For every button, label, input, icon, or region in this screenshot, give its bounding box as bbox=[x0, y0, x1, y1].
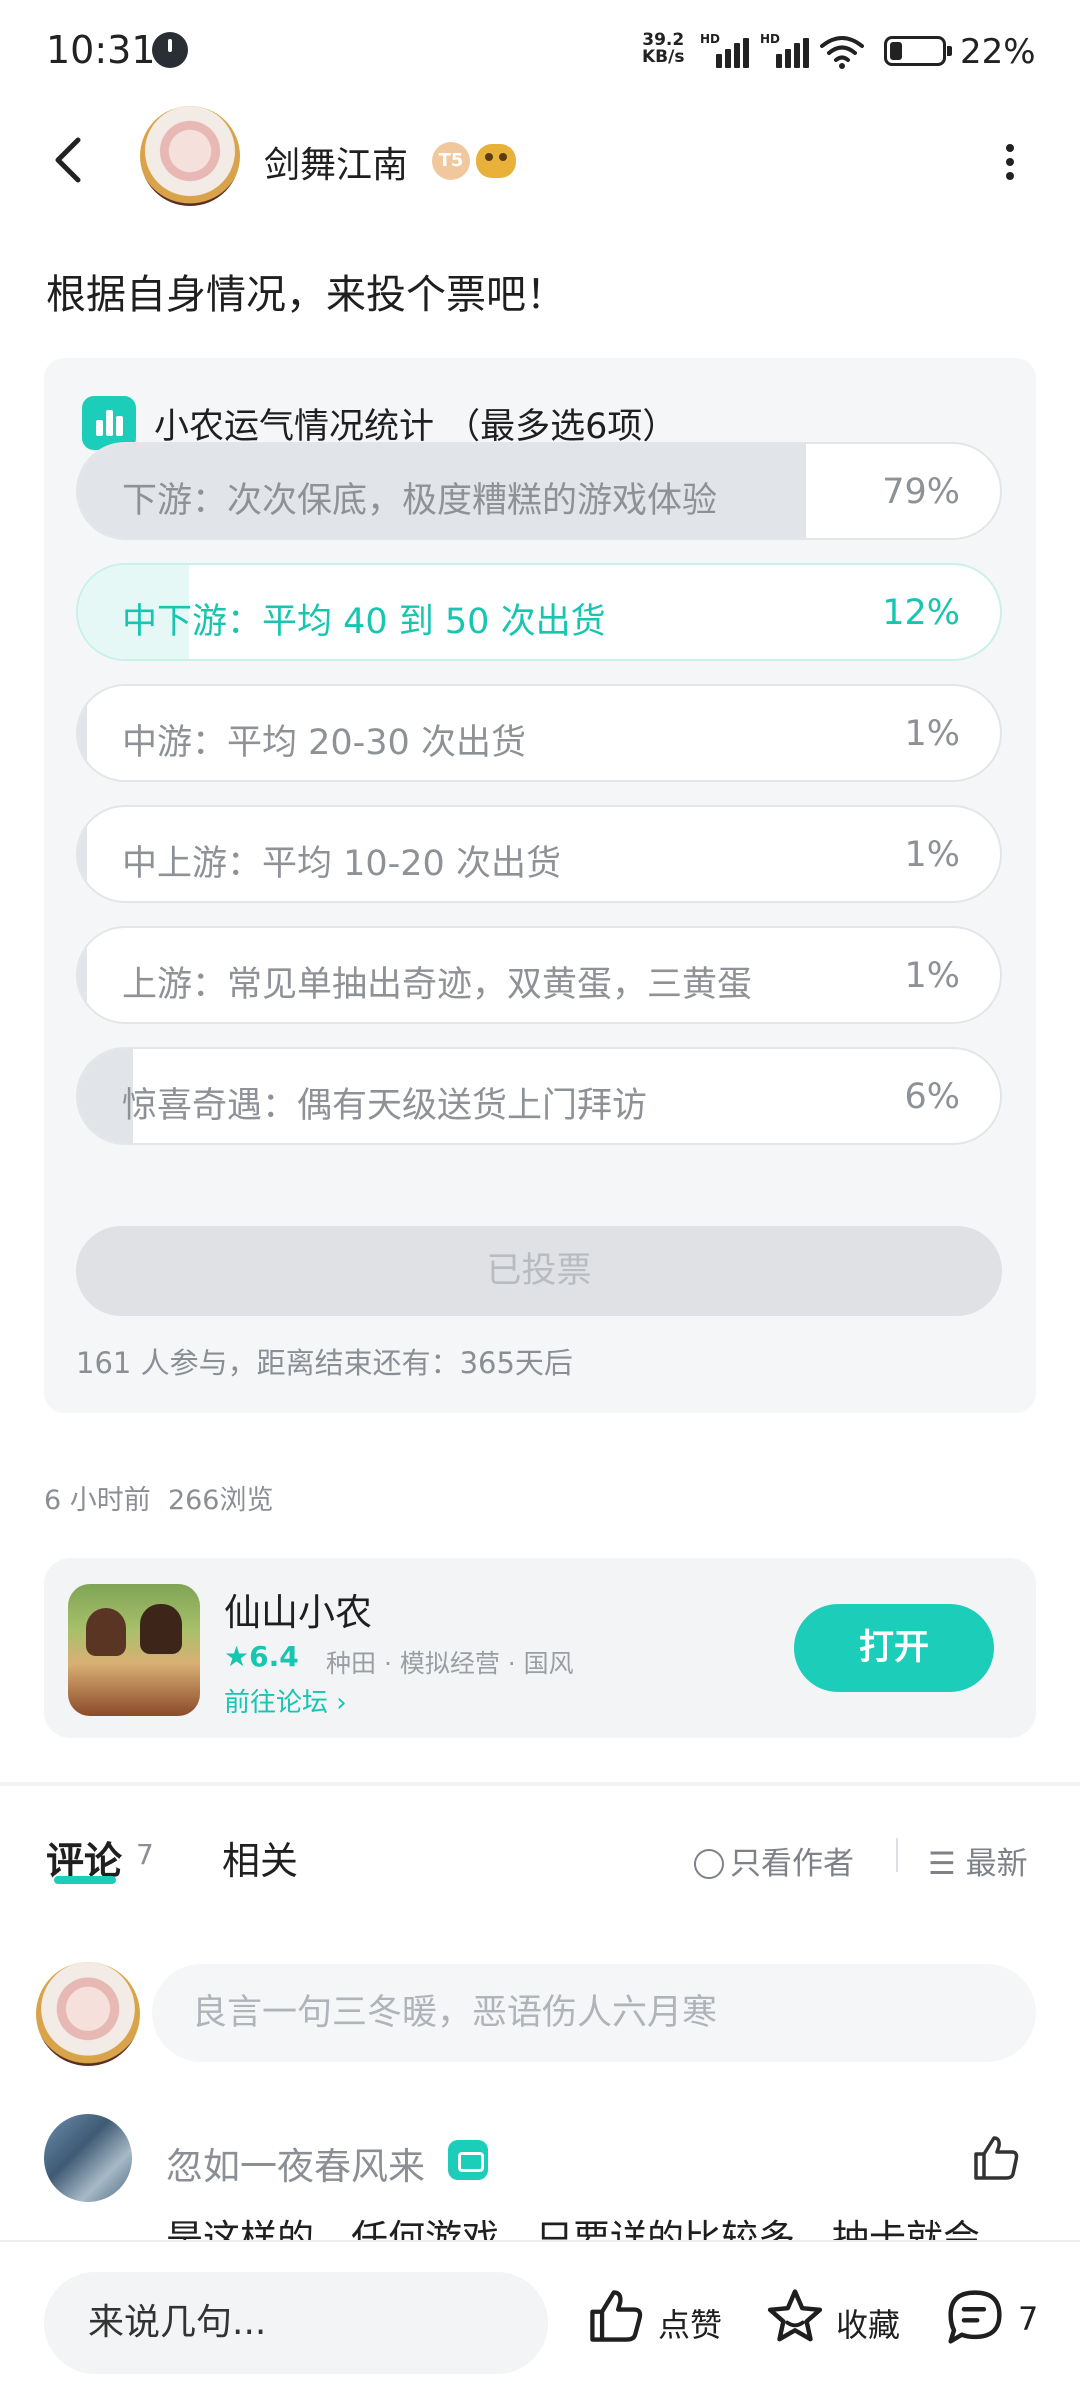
tab-active-indicator bbox=[54, 1876, 116, 1884]
radio-circle-icon bbox=[694, 1849, 724, 1879]
open-game-button[interactable]: 打开 bbox=[794, 1604, 994, 1692]
poll-option-label: 下游：次次保底，极度糟糕的游戏体验 bbox=[122, 481, 718, 521]
poll-option: 中游：平均 20-30 次出货 1% bbox=[76, 684, 1002, 782]
poll-option-fill bbox=[78, 807, 88, 901]
poll-option-percent: 79% bbox=[882, 472, 960, 512]
game-rating-value: 6.4 bbox=[249, 1640, 299, 1673]
poll-card: 小农运气情况统计 （最多选6项） 下游：次次保底，极度糟糕的游戏体验 79% 中下游… bbox=[44, 358, 1036, 1413]
poll-option: 中上游：平均 10-20 次出货 1% bbox=[76, 805, 1002, 903]
like-button[interactable]: 点赞 bbox=[586, 2280, 736, 2360]
game-card[interactable]: 仙山小农 ★6.4 种田 · 模拟经营 · 国风 前往论坛 › 打开 bbox=[44, 1558, 1036, 1738]
favorite-button[interactable]: 收藏 bbox=[764, 2280, 914, 2360]
clock-notification-icon bbox=[152, 32, 188, 68]
post-views: 266浏览 bbox=[167, 1485, 274, 1516]
game-controller-badge-icon bbox=[448, 2140, 488, 2180]
author-name[interactable]: 剑舞江南 bbox=[264, 136, 408, 188]
post-header: 剑舞江南 T5 bbox=[0, 100, 1080, 230]
network-speed: 39.2 KB/s bbox=[642, 32, 684, 66]
like-label: 点赞 bbox=[658, 2306, 723, 2344]
poll-option-percent: 1% bbox=[904, 835, 960, 875]
poll-option-label: 惊喜奇遇：偶有天级送货上门拜访 bbox=[122, 1086, 648, 1126]
poll-option: 中下游：平均 40 到 50 次出货 12% bbox=[76, 563, 1002, 661]
poll-option-fill bbox=[78, 928, 88, 1022]
pet-badge-icon bbox=[476, 144, 516, 178]
battery-icon bbox=[884, 36, 952, 66]
post-time: 6 小时前 bbox=[44, 1485, 151, 1516]
wifi-icon bbox=[820, 36, 864, 69]
commenter-avatar[interactable] bbox=[44, 2114, 132, 2202]
poll-option-percent: 1% bbox=[904, 956, 960, 996]
game-rating: ★6.4 bbox=[224, 1640, 299, 1673]
forum-link-label: 前往论坛 bbox=[224, 1688, 329, 1718]
battery-percent: 22% bbox=[960, 32, 1036, 72]
comment-input[interactable]: 良言一句三冬暖，恶语伤人六月寒 bbox=[152, 1964, 1036, 2062]
like-icon bbox=[590, 2290, 643, 2342]
poll-option: 惊喜奇遇：偶有天级送货上门拜访 6% bbox=[76, 1047, 1002, 1145]
signal-icon-2: HD bbox=[760, 32, 812, 68]
level-badge-icon: T5 bbox=[432, 142, 470, 180]
back-arrow-icon[interactable] bbox=[40, 130, 100, 190]
only-author-toggle[interactable]: 只看作者 bbox=[694, 1838, 854, 1883]
filter-separator bbox=[896, 1838, 898, 1872]
poll-option-fill bbox=[78, 686, 88, 780]
forum-link[interactable]: 前往论坛 › bbox=[224, 1682, 347, 1719]
more-options-icon[interactable] bbox=[990, 140, 1030, 184]
status-time: 10:31 bbox=[46, 28, 156, 72]
sort-icon: ☰ bbox=[928, 1846, 956, 1882]
section-divider bbox=[0, 1782, 1080, 1786]
only-author-label: 只看作者 bbox=[730, 1846, 854, 1882]
sort-label: 最新 bbox=[965, 1846, 1028, 1882]
game-tags: 种田 · 模拟经营 · 国风 bbox=[326, 1649, 574, 1678]
star-icon bbox=[767, 2289, 823, 2342]
comments-button[interactable]: 7 bbox=[944, 2280, 1044, 2360]
poll-option-label: 中上游：平均 10-20 次出货 bbox=[122, 844, 561, 884]
status-bar: 10:31 39.2 KB/s HD HD 22% bbox=[0, 0, 1080, 100]
poll-option-percent: 1% bbox=[904, 714, 960, 754]
poll-option-label: 中下游：平均 40 到 50 次出货 bbox=[122, 602, 606, 642]
poll-option-label: 上游：常见单抽出奇迹，双黄蛋，三黄蛋 bbox=[122, 965, 753, 1005]
tab-related[interactable]: 相关 bbox=[222, 1830, 298, 1885]
poll-option: 下游：次次保底，极度糟糕的游戏体验 79% bbox=[76, 442, 1002, 540]
chat-bubble-icon bbox=[948, 2290, 1002, 2344]
commenter-name[interactable]: 忽如一夜春风来 bbox=[166, 2136, 425, 2190]
bottom-action-bar: 来说几句... 点赞 收藏 7 bbox=[0, 2240, 1080, 2400]
author-avatar[interactable] bbox=[140, 106, 240, 206]
poll-option: 上游：常见单抽出奇迹，双黄蛋，三黄蛋 1% bbox=[76, 926, 1002, 1024]
my-avatar bbox=[36, 1962, 140, 2066]
poll-option-percent: 12% bbox=[882, 593, 960, 633]
poll-option-label: 中游：平均 20-30 次出货 bbox=[122, 723, 526, 763]
say-something-input[interactable]: 来说几句... bbox=[44, 2272, 548, 2374]
game-name: 仙山小农 bbox=[224, 1591, 372, 1634]
comments-count: 7 bbox=[136, 1838, 154, 1871]
signal-icon: HD bbox=[700, 32, 752, 68]
game-app-icon[interactable] bbox=[68, 1584, 200, 1716]
post-text: 根据自身情况，来投个票吧！ bbox=[46, 272, 566, 318]
poll-option-percent: 6% bbox=[904, 1077, 960, 1117]
poll-footer: 161 人参与，距离结束还有：365天后 bbox=[76, 1346, 573, 1380]
favorite-label: 收藏 bbox=[836, 2306, 901, 2344]
post-meta: 6 小时前 266浏览 bbox=[44, 1478, 273, 1517]
comments-count-bottom: 7 bbox=[1018, 2300, 1039, 2338]
thumbs-up-icon[interactable] bbox=[968, 2130, 1024, 2186]
network-speed-unit: KB/s bbox=[642, 47, 685, 67]
chevron-right-icon: › bbox=[336, 1688, 347, 1718]
voted-button: 已投票 bbox=[76, 1226, 1002, 1316]
sort-button[interactable]: ☰ 最新 bbox=[928, 1838, 1028, 1883]
